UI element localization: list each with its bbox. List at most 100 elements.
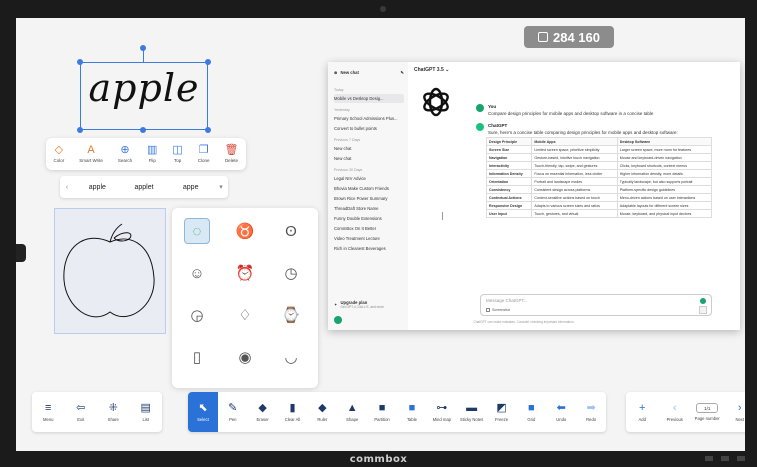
- history-item[interactable]: ThreadDaft Store Name: [334, 204, 404, 213]
- bezel-button[interactable]: [705, 456, 713, 461]
- water-drop-icon[interactable]: ♢: [232, 302, 258, 328]
- history-item[interactable]: Legal NIV Advice: [334, 174, 404, 183]
- apple-outline-icon[interactable]: ◌: [184, 218, 210, 244]
- meeting-id-badge[interactable]: 284 160: [524, 26, 614, 48]
- alarm-clock-icon[interactable]: ⏰: [232, 260, 258, 286]
- upgrade-plan-button[interactable]: ✦ Upgrade plan Get GPT-4, DALL·E, and mo…: [334, 298, 404, 310]
- trash-icon: 🗑: [224, 144, 239, 156]
- alarm-clock-round-icon[interactable]: ◶: [184, 302, 210, 328]
- redo-button[interactable]: ➡ Redo: [576, 392, 606, 432]
- color-button[interactable]: ◇ Color: [53, 144, 64, 164]
- ruler-tool[interactable]: ◆ Ruler: [307, 392, 337, 432]
- message-input[interactable]: Message ChatGPT... Screenshot: [480, 294, 712, 316]
- menu-button[interactable]: ≡ Menu: [32, 392, 65, 432]
- next-page-button[interactable]: › Next: [724, 392, 746, 432]
- table-row: Responsive Design Adapts to various scree…: [485, 201, 713, 210]
- send-icon[interactable]: [700, 298, 706, 304]
- history-item[interactable]: New chat: [334, 154, 404, 163]
- new-chat-label: New chat: [340, 70, 359, 75]
- resize-handle-br[interactable]: [205, 127, 211, 133]
- suggestion-word[interactable]: apple: [74, 184, 121, 191]
- history-item[interactable]: Bhovia Make Custom Friends: [334, 184, 404, 193]
- delete-button[interactable]: 🗑 Delete: [224, 144, 239, 164]
- clear-all-tool[interactable]: ▮ Clear All: [278, 392, 308, 432]
- eraser-tool[interactable]: ◆ Eraser: [248, 392, 278, 432]
- previous-page-button[interactable]: ‹ Previous: [659, 392, 692, 432]
- pen-icon: ✎: [228, 401, 238, 414]
- flip-button[interactable]: ▥ Flip: [147, 145, 157, 164]
- bezel-button[interactable]: [737, 456, 745, 461]
- bezel-button[interactable]: [721, 456, 729, 461]
- hand-drawn-apple: [63, 223, 155, 318]
- chevron-right-icon: ›: [737, 401, 742, 414]
- history-item[interactable]: New chat: [334, 144, 404, 153]
- bt-label: Table: [406, 416, 417, 422]
- resize-handle-tr[interactable]: [205, 59, 211, 65]
- table-cell: Portrait and landscape modes: [531, 177, 618, 186]
- table-cell: Higher information density, more details: [616, 169, 713, 178]
- history-item-label: Mobile vs Desktop Desig...: [334, 96, 384, 101]
- mind-map-tool[interactable]: ⊶ Mind map: [427, 392, 457, 432]
- new-chat-button[interactable]: ⊛ New chat ✎: [334, 68, 404, 77]
- apple-leaf-icon[interactable]: ʘ: [278, 218, 304, 244]
- wristwatch-icon[interactable]: ◉: [232, 344, 258, 370]
- resize-handle-bottom[interactable]: [140, 127, 146, 133]
- embedded-chatgpt-window[interactable]: ⊛ New chat ✎ Today Mobile vs Desktop Des…: [328, 62, 740, 330]
- table-cell: Limited screen space, prioritize simplic…: [531, 145, 618, 154]
- history-item[interactable]: Video Treatment Lecture: [334, 234, 404, 243]
- exit-icon: ⇦: [76, 401, 86, 414]
- upgrade-subtitle: Get GPT-4, DALL·E, and more: [340, 304, 384, 309]
- history-item[interactable]: Mobile vs Desktop Desig...: [334, 94, 404, 103]
- add-page-button[interactable]: + Add: [626, 392, 659, 432]
- history-item[interactable]: Funny Double Extensions: [334, 214, 404, 223]
- smart-write-button[interactable]: A Smart Write: [79, 145, 103, 164]
- table-cell: Information Density: [485, 169, 533, 178]
- rotate-handle[interactable]: [140, 45, 146, 51]
- screenshot-attachment[interactable]: Screenshot: [486, 308, 510, 312]
- clock-face-icon[interactable]: ◷: [278, 260, 304, 286]
- history-item[interactable]: Brown Rice Power Summary: [334, 194, 404, 203]
- side-panel-toggle[interactable]: [16, 244, 26, 262]
- freeze-tool[interactable]: ◩ Freeze: [487, 392, 517, 432]
- pen-tool[interactable]: ✎ Pen: [218, 392, 248, 432]
- watch-icon[interactable]: ⌚: [278, 302, 304, 328]
- share-button[interactable]: ⁜ Share: [97, 392, 130, 432]
- partition-tool[interactable]: ■ Partition: [367, 392, 397, 432]
- smartwatch-icon[interactable]: ▯: [184, 344, 210, 370]
- clone-button[interactable]: ❐ Clone: [198, 145, 210, 164]
- window-resize-divider[interactable]: [442, 212, 443, 220]
- select-tool[interactable]: ⬉ Select: [188, 392, 218, 432]
- suggestion-word[interactable]: appe: [167, 184, 214, 191]
- model-selector[interactable]: ChatGPT 3.5 ⌄: [414, 67, 449, 73]
- sticky-notes-tool[interactable]: ▬ Sticky Notes: [457, 392, 487, 432]
- undo-button[interactable]: ⬅ Undo: [546, 392, 576, 432]
- history-item[interactable]: Primary School Admissions Plus...: [334, 114, 404, 123]
- user-avatar[interactable]: [334, 316, 342, 324]
- search-button[interactable]: ⊕ Search: [118, 145, 132, 164]
- word-suggestions: ‹ apple applet appe ▾: [60, 176, 228, 198]
- table-tool[interactable]: ■ Table: [397, 392, 427, 432]
- apple-double-icon[interactable]: ♉: [232, 218, 258, 244]
- attachment-thumb[interactable]: [699, 306, 707, 314]
- history-item[interactable]: Rich in Cleanest Beverages: [334, 244, 404, 253]
- bt-label: Share: [107, 416, 119, 422]
- resize-handle-bl[interactable]: [77, 127, 83, 133]
- shape-tool[interactable]: ▲ Shape: [337, 392, 367, 432]
- page-number-control[interactable]: 1/1 Page number: [691, 392, 724, 432]
- chevron-left-icon[interactable]: ‹: [60, 184, 74, 191]
- list-button[interactable]: ▤ List: [130, 392, 163, 432]
- watermelon-slice-icon[interactable]: ◡: [278, 344, 304, 370]
- chevron-left-icon: ‹: [672, 401, 677, 414]
- history-item[interactable]: CommBox On It Better: [334, 224, 404, 233]
- chevron-down-icon[interactable]: ▾: [214, 183, 228, 191]
- resize-handle-tl[interactable]: [77, 59, 83, 65]
- apple-face-icon[interactable]: ☺: [184, 260, 210, 286]
- whiteboard-canvas[interactable]: 284 160 apple ◇ Color A Smart Write ⊕ Searc…: [16, 18, 745, 451]
- exit-button[interactable]: ⇦ Exit: [65, 392, 98, 432]
- top-button[interactable]: ◫ Top: [172, 145, 182, 164]
- table-cell: Context-sensitive actions based on touch: [531, 193, 618, 202]
- suggestion-word[interactable]: applet: [121, 184, 168, 191]
- color-drop-icon: ◇: [54, 144, 64, 156]
- history-item[interactable]: Convert to bullet points: [334, 124, 404, 133]
- grid-tool[interactable]: ■ Grid: [516, 392, 546, 432]
